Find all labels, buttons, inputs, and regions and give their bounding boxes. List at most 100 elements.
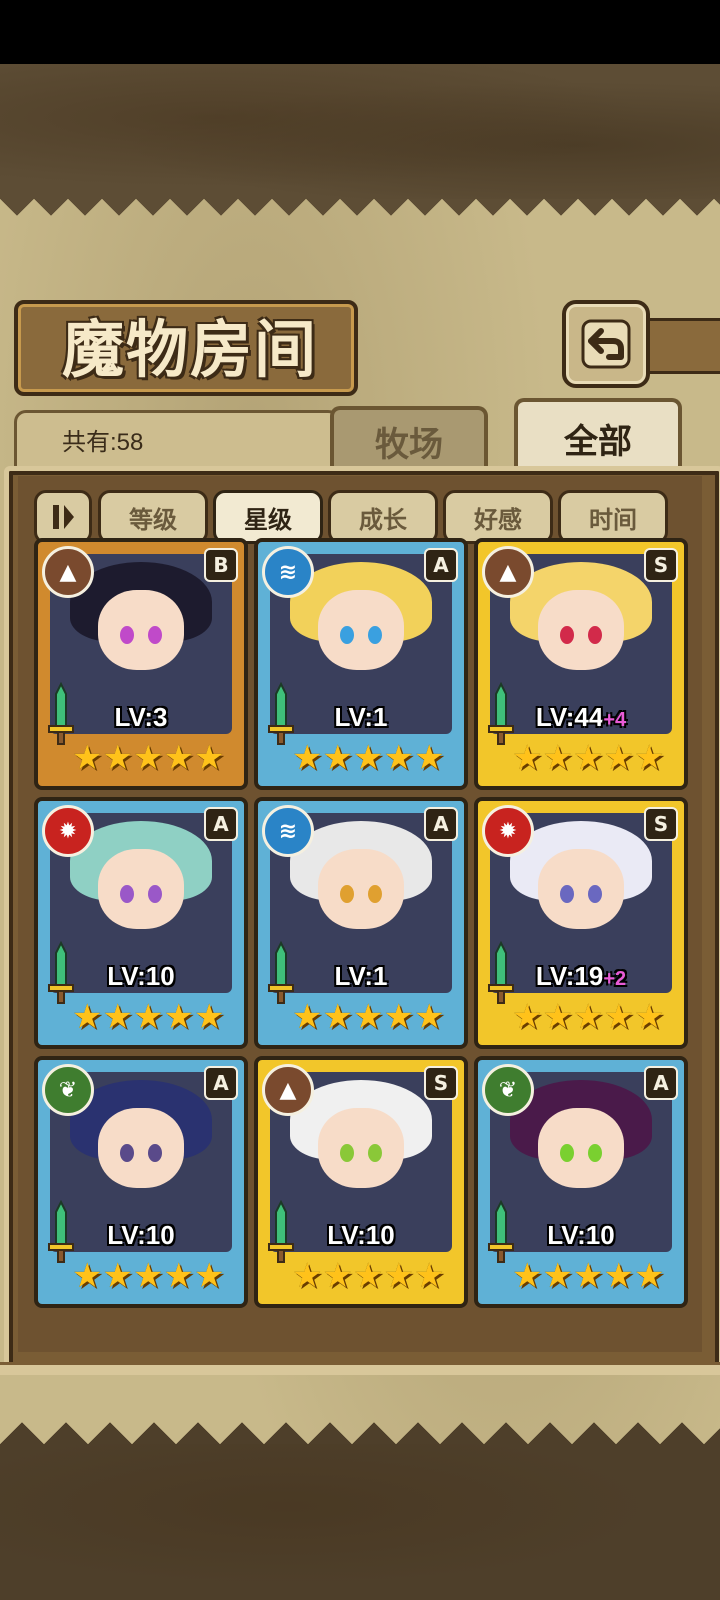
monster-eye (368, 884, 382, 903)
star-rating: ★ ★ ★ ★ ★ (72, 997, 224, 1037)
monster-card[interactable]: ▲ S LV:44+4 ★ ★ ★ ★ ★ (474, 538, 688, 790)
sort-button-growth[interactable]: 成长 (328, 490, 438, 544)
monster-level: LV:10 (38, 1220, 244, 1251)
star-icon: ★ (102, 1256, 133, 1296)
star-icon: ★ (102, 997, 133, 1037)
star-icon: ★ (163, 1256, 194, 1296)
sort-button-stars[interactable]: 星级 (213, 490, 323, 544)
sort-order-toggle[interactable] (34, 490, 92, 544)
star-icon: ★ (352, 997, 384, 1037)
zigzag-border-top (0, 199, 720, 233)
rank-badge: A (424, 548, 458, 582)
monster-face (538, 1107, 624, 1188)
leaf-icon: ❦ (42, 1064, 94, 1116)
star-icon: ★ (193, 738, 225, 778)
monster-card[interactable]: ≋ A LV:1 ★ ★ ★ ★ ★ (254, 797, 468, 1049)
level-text: LV:1 (334, 702, 388, 732)
rank-badge: S (424, 1066, 458, 1100)
star-icon: ★ (132, 738, 164, 778)
star-rating: ★ ★ ★ ★ ★ (512, 738, 664, 778)
monster-eye (588, 1143, 602, 1162)
star-rating: ★ ★ ★ ★ ★ (512, 997, 664, 1037)
monster-face (98, 848, 184, 929)
star-icon: ★ (542, 997, 573, 1037)
star-icon: ★ (633, 997, 665, 1037)
star-icon: ★ (512, 738, 543, 778)
monster-card[interactable]: ≋ A LV:1 ★ ★ ★ ★ ★ (254, 538, 468, 790)
star-icon: ★ (383, 1256, 414, 1296)
level-text: LV:44 (535, 702, 604, 732)
monster-eye (340, 625, 354, 644)
monster-level: LV:44+4 (478, 702, 684, 733)
monster-level: LV:1 (258, 961, 464, 992)
rank-badge: S (644, 807, 678, 841)
monster-card[interactable]: ▲ S LV:10 ★ ★ ★ ★ ★ (254, 1056, 468, 1308)
sort-button-level[interactable]: 等级 (98, 490, 208, 544)
level-text: LV:10 (327, 1220, 395, 1250)
sort-button-time[interactable]: 时间 (558, 490, 668, 544)
star-rating: ★ ★ ★ ★ ★ (512, 1256, 664, 1296)
star-rating: ★ ★ ★ ★ ★ (72, 1256, 224, 1296)
star-icon: ★ (72, 997, 103, 1037)
level-text: LV:19 (535, 961, 604, 991)
rank-badge: S (644, 548, 678, 582)
star-icon: ★ (72, 1256, 103, 1296)
monster-eye (588, 625, 602, 644)
star-icon: ★ (132, 997, 164, 1037)
tab-ranch[interactable]: 牧场 (330, 406, 488, 472)
star-icon: ★ (193, 1256, 225, 1296)
star-icon: ★ (322, 1256, 353, 1296)
wave-icon: ≋ (262, 546, 314, 598)
monster-level: LV:19+2 (478, 961, 684, 992)
star-icon: ★ (512, 1256, 543, 1296)
monster-eye (368, 1143, 382, 1162)
back-arrow-icon (581, 319, 631, 369)
tab-all[interactable]: 全部 (514, 398, 682, 474)
star-icon: ★ (193, 997, 225, 1037)
level-text: LV:10 (107, 1220, 175, 1250)
level-text: LV:3 (114, 702, 168, 732)
monster-level: LV:10 (38, 961, 244, 992)
monster-card[interactable]: ❦ A LV:10 ★ ★ ★ ★ ★ (474, 1056, 688, 1308)
star-icon: ★ (322, 738, 353, 778)
rank-badge: A (204, 1066, 238, 1100)
monster-card[interactable]: ▲ B LV:3 ★ ★ ★ ★ ★ (34, 538, 248, 790)
sort-button-affection[interactable]: 好感 (443, 490, 553, 544)
star-icon: ★ (603, 738, 634, 778)
star-icon: ★ (352, 1256, 384, 1296)
star-icon: ★ (413, 1256, 445, 1296)
monster-level: LV:10 (478, 1220, 684, 1251)
star-icon: ★ (322, 997, 353, 1037)
monster-eye (368, 625, 382, 644)
monster-eye (340, 884, 354, 903)
monster-face (538, 589, 624, 670)
star-icon: ★ (572, 1256, 604, 1296)
star-icon: ★ (413, 738, 445, 778)
monster-eye (120, 884, 134, 903)
back-button[interactable] (562, 300, 650, 388)
monster-card[interactable]: ❦ A LV:10 ★ ★ ★ ★ ★ (34, 1056, 248, 1308)
star-icon: ★ (542, 1256, 573, 1296)
star-icon: ★ (383, 738, 414, 778)
star-icon: ★ (102, 738, 133, 778)
mountain-icon: ▲ (262, 1064, 314, 1116)
star-icon: ★ (413, 997, 445, 1037)
star-icon: ★ (633, 738, 665, 778)
monster-face (318, 848, 404, 929)
monster-card[interactable]: ✹ A LV:10 ★ ★ ★ ★ ★ (34, 797, 248, 1049)
level-bonus: +4 (603, 709, 627, 731)
level-text: LV:10 (107, 961, 175, 991)
mountain-icon: ▲ (482, 546, 534, 598)
leaf-icon: ❦ (482, 1064, 534, 1116)
monster-level: LV:10 (258, 1220, 464, 1251)
monster-eye (560, 1143, 574, 1162)
wave-icon: ≋ (262, 805, 314, 857)
monster-card[interactable]: ✹ S LV:19+2 ★ ★ ★ ★ ★ (474, 797, 688, 1049)
flame-icon: ✹ (482, 805, 534, 857)
level-text: LV:10 (547, 1220, 615, 1250)
page-title: 魔物房间 (61, 313, 318, 386)
star-icon: ★ (292, 1256, 323, 1296)
star-icon: ★ (292, 738, 323, 778)
grid-bottom-rail (0, 1362, 720, 1375)
star-icon: ★ (163, 738, 194, 778)
